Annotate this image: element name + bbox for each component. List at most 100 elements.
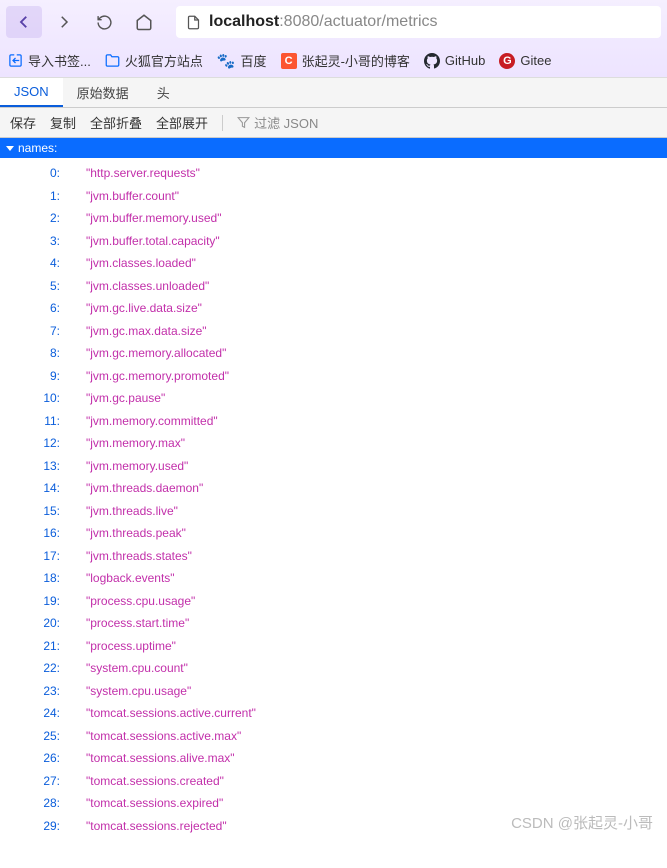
json-index: 9: <box>0 369 62 383</box>
url-host: localhost <box>209 13 279 30</box>
json-row[interactable]: 16: "jvm.threads.peak" <box>0 522 667 545</box>
bookmark-csdn[interactable]: C 张起灵-小哥的博客 <box>281 51 410 70</box>
copy-button[interactable]: 复制 <box>50 113 76 132</box>
json-row[interactable]: 25: "tomcat.sessions.active.max" <box>0 725 667 748</box>
json-row[interactable]: 1:"jvm.buffer.count" <box>0 185 667 208</box>
bookmark-gitee[interactable]: G Gitee <box>499 53 551 69</box>
divider <box>222 115 223 131</box>
save-button[interactable]: 保存 <box>10 113 36 132</box>
json-string-value: "jvm.threads.peak" <box>86 526 186 540</box>
filter-input[interactable]: 过滤 JSON <box>237 113 318 132</box>
json-index: 8: <box>0 346 62 360</box>
json-root-key[interactable]: names: <box>0 138 667 158</box>
tab-raw[interactable]: 原始数据 <box>63 78 143 107</box>
json-string-value: "jvm.threads.live" <box>86 504 178 518</box>
bookmark-github[interactable]: GitHub <box>424 53 485 69</box>
json-string-value: "jvm.gc.live.data.size" <box>86 301 202 315</box>
url-path: :8080/actuator/metrics <box>279 13 437 30</box>
json-row[interactable]: 6: "jvm.gc.live.data.size" <box>0 297 667 320</box>
bookmark-label: GitHub <box>445 53 485 68</box>
json-string-value: "system.cpu.usage" <box>86 684 191 698</box>
json-row[interactable]: 7: "jvm.gc.max.data.size" <box>0 320 667 343</box>
json-string-value: "tomcat.sessions.rejected" <box>86 819 227 833</box>
json-row[interactable]: 21:"process.uptime" <box>0 635 667 658</box>
funnel-icon <box>237 116 250 129</box>
reload-button[interactable] <box>86 6 122 38</box>
json-index: 12: <box>0 436 62 450</box>
json-index: 17: <box>0 549 62 563</box>
json-row[interactable]: 22:"system.cpu.count" <box>0 657 667 680</box>
json-string-value: "jvm.gc.max.data.size" <box>86 324 207 338</box>
json-row[interactable]: 17: "jvm.threads.states" <box>0 545 667 568</box>
json-row[interactable]: 14:"jvm.threads.daemon" <box>0 477 667 500</box>
baidu-icon: 🐾 <box>217 52 236 70</box>
csdn-icon: C <box>281 53 297 69</box>
json-row[interactable]: 20:"process.start.time" <box>0 612 667 635</box>
json-row[interactable]: 0:"http.server.requests" <box>0 162 667 185</box>
json-string-value: "jvm.threads.daemon" <box>86 481 203 495</box>
json-string-value: "jvm.gc.memory.allocated" <box>86 346 226 360</box>
json-row[interactable]: 24: "tomcat.sessions.active.current" <box>0 702 667 725</box>
json-string-value: "process.uptime" <box>86 639 176 653</box>
json-string-value: "jvm.threads.states" <box>86 549 192 563</box>
bookmark-firefox[interactable]: 火狐官方站点 <box>105 51 203 70</box>
json-string-value: "jvm.memory.used" <box>86 459 188 473</box>
back-button[interactable] <box>6 6 42 38</box>
json-index: 3: <box>0 234 62 248</box>
json-index: 27: <box>0 774 62 788</box>
json-index: 25: <box>0 729 62 743</box>
json-string-value: "jvm.buffer.count" <box>86 189 179 203</box>
json-row[interactable]: 5:"jvm.classes.unloaded" <box>0 275 667 298</box>
json-row[interactable]: 3:"jvm.buffer.total.capacity" <box>0 230 667 253</box>
json-string-value: "jvm.memory.committed" <box>86 414 218 428</box>
bookmark-import[interactable]: 导入书签... <box>8 51 91 70</box>
json-string-value: "tomcat.sessions.active.current" <box>86 706 256 720</box>
json-string-value: "jvm.gc.pause" <box>86 391 165 405</box>
json-row[interactable]: 2:"jvm.buffer.memory.used" <box>0 207 667 230</box>
json-row[interactable]: 15:"jvm.threads.live" <box>0 500 667 523</box>
json-row[interactable]: 9: "jvm.gc.memory.promoted" <box>0 365 667 388</box>
json-index: 5: <box>0 279 62 293</box>
json-row[interactable]: 12:"jvm.memory.max" <box>0 432 667 455</box>
forward-button[interactable] <box>46 6 82 38</box>
json-row[interactable]: 8: "jvm.gc.memory.allocated" <box>0 342 667 365</box>
collapse-icon <box>6 146 14 151</box>
json-row[interactable]: 19:"process.cpu.usage" <box>0 590 667 613</box>
json-string-value: "jvm.gc.memory.promoted" <box>86 369 229 383</box>
json-string-value: "process.start.time" <box>86 616 189 630</box>
filter-placeholder: 过滤 JSON <box>254 113 318 132</box>
json-index: 4: <box>0 256 62 270</box>
json-row[interactable]: 13: "jvm.memory.used" <box>0 455 667 478</box>
address-bar[interactable]: localhost:8080/actuator/metrics <box>176 6 661 38</box>
expand-all-button[interactable]: 全部展开 <box>156 113 208 132</box>
json-index: 7: <box>0 324 62 338</box>
json-row[interactable]: 11:"jvm.memory.committed" <box>0 410 667 433</box>
json-row[interactable]: 27: "tomcat.sessions.created" <box>0 770 667 793</box>
json-index: 24: <box>0 706 62 720</box>
json-string-value: "tomcat.sessions.expired" <box>86 796 223 810</box>
json-index: 0: <box>0 166 62 180</box>
import-icon <box>8 53 23 68</box>
json-index: 16: <box>0 526 62 540</box>
json-string-value: "tomcat.sessions.active.max" <box>86 729 241 743</box>
json-row[interactable]: 26:"tomcat.sessions.alive.max" <box>0 747 667 770</box>
bookmark-label: Gitee <box>520 53 551 68</box>
json-row[interactable]: 4:"jvm.classes.loaded" <box>0 252 667 275</box>
json-row[interactable]: 18:"logback.events" <box>0 567 667 590</box>
bookmark-label: 张起灵-小哥的博客 <box>302 51 410 70</box>
json-string-value: "tomcat.sessions.created" <box>86 774 224 788</box>
browser-nav-bar: localhost:8080/actuator/metrics <box>0 0 667 44</box>
json-index: 2: <box>0 211 62 225</box>
tab-json[interactable]: JSON <box>0 78 63 107</box>
json-array-body: 0:"http.server.requests"1:"jvm.buffer.co… <box>0 158 667 841</box>
json-index: 6: <box>0 301 62 315</box>
json-index: 13: <box>0 459 62 473</box>
json-row[interactable]: 23:"system.cpu.usage" <box>0 680 667 703</box>
home-button[interactable] <box>126 6 162 38</box>
bookmark-label: 导入书签... <box>28 51 91 70</box>
json-row[interactable]: 10:"jvm.gc.pause" <box>0 387 667 410</box>
github-icon <box>424 53 440 69</box>
collapse-all-button[interactable]: 全部折叠 <box>90 113 142 132</box>
tab-headers[interactable]: 头 <box>143 78 184 107</box>
bookmark-baidu[interactable]: 🐾 百度 <box>217 51 267 70</box>
